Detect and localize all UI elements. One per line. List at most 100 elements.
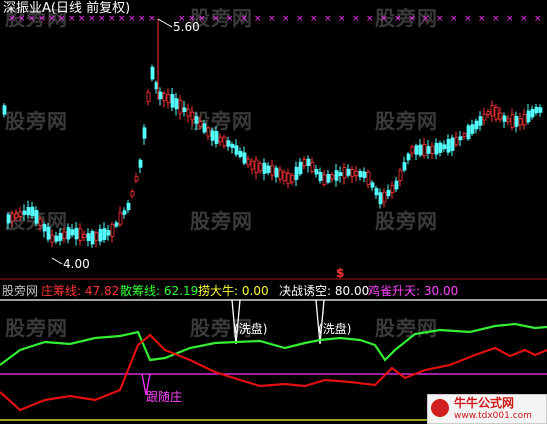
candle-body — [226, 140, 231, 147]
marker-x: × — [506, 14, 514, 24]
candle-body — [42, 224, 47, 232]
candle-body — [86, 233, 91, 241]
candle-body — [78, 228, 83, 241]
candle-body — [350, 169, 355, 177]
candle-body — [326, 173, 331, 183]
high-price-label: 5.60 — [173, 20, 200, 34]
candle-body — [418, 144, 423, 156]
candle-body — [410, 146, 415, 154]
candle-body — [334, 170, 339, 181]
candle-body — [302, 159, 307, 167]
candle-body — [146, 91, 151, 103]
candle-body — [362, 171, 367, 178]
wash-label-2: (洗盘) — [318, 322, 352, 336]
candle-body — [470, 124, 475, 134]
signal-mark: $ — [336, 266, 345, 280]
candle-body — [442, 144, 447, 150]
candle-body — [66, 227, 71, 240]
candle-body — [214, 131, 219, 144]
marker-x: × — [380, 14, 388, 24]
candle-body — [426, 146, 431, 154]
candle-body — [506, 118, 511, 123]
marker-x: × — [366, 14, 374, 24]
candle-body — [298, 161, 303, 175]
marker-x: × — [352, 14, 360, 24]
marker-x: × — [478, 14, 486, 24]
legend-laodaniu-value: 0.00 — [241, 284, 269, 298]
candle-body — [174, 98, 179, 110]
candle-body — [262, 162, 267, 174]
candle-body — [258, 163, 263, 172]
marker-x: × — [492, 14, 500, 24]
candle-body — [526, 110, 531, 123]
candle-body — [54, 235, 59, 242]
candle-body — [310, 162, 315, 173]
candle-body — [522, 113, 527, 126]
candle-body — [210, 130, 215, 141]
candle-body — [26, 207, 31, 216]
candle-body — [46, 226, 51, 240]
candle-body — [446, 138, 451, 153]
marker-x: × — [296, 14, 304, 24]
candle-body — [370, 182, 375, 188]
candle-body — [126, 202, 131, 211]
legend-san: 散筹线: 62.19 — [120, 284, 198, 298]
candle-body — [218, 136, 223, 143]
marker-x: × — [148, 14, 156, 24]
marker-x: × — [240, 14, 248, 24]
candle-body — [102, 228, 107, 240]
candle-body — [338, 172, 343, 177]
wash-label-1: (洗盘) — [234, 322, 268, 336]
candle-body — [94, 232, 99, 241]
legend-zhuang-value: 47.82 — [84, 284, 120, 298]
candle-body — [38, 218, 43, 226]
candle-body — [454, 137, 459, 146]
marker-x: × — [338, 14, 346, 24]
candle-body — [58, 232, 63, 241]
candle-body — [74, 227, 79, 240]
candle-body — [398, 170, 403, 182]
candle-body — [358, 170, 363, 178]
candle-body — [6, 214, 11, 224]
legend-san-value: 62.19 — [163, 284, 199, 298]
candle-body — [394, 180, 399, 190]
logo-url: www.tdx001.com — [454, 411, 532, 421]
candle-body — [18, 211, 23, 217]
candle-body — [534, 106, 539, 114]
legend-zhuang-label: 庄筹线: — [41, 284, 82, 298]
candle-body — [2, 105, 7, 115]
candle-body — [498, 112, 503, 120]
candle-body — [530, 109, 535, 118]
candle-body — [278, 169, 283, 180]
candle-body — [294, 166, 299, 180]
chart-canvas: × × × × × × × × × × × × × × × × × × × × × × × × × × × × × × × × × × × × × × × ×… — [0, 14, 547, 421]
candle-body — [250, 160, 255, 170]
candle-body — [478, 116, 483, 126]
candle-body — [374, 188, 379, 196]
candle-body — [70, 229, 75, 236]
candle-body — [194, 116, 199, 124]
candle-body — [162, 93, 167, 102]
low-pointer — [51, 257, 63, 265]
legend-san-label: 散筹线: — [120, 284, 161, 298]
candle-body — [90, 231, 95, 245]
legend-laodaniu: 捞大牛: 0.00 — [198, 284, 269, 298]
candle-body — [538, 107, 543, 113]
candle-body — [14, 213, 19, 219]
legend-juezhan-label: 决战诱空: — [279, 284, 332, 298]
candle-body — [438, 142, 443, 153]
stock-chart-window: { "header": { "title": "深振业A(日线 前复权)" },… — [0, 0, 547, 424]
candle-body — [150, 66, 155, 80]
bull-logo-icon — [431, 399, 449, 417]
candle-body — [406, 153, 411, 161]
marker-x: × — [408, 14, 416, 24]
candlestick-series — [2, 19, 543, 248]
marker-x: × — [534, 14, 542, 24]
candle-body — [22, 210, 27, 215]
candle-body — [270, 165, 275, 176]
candle-body — [414, 145, 419, 155]
candle-body — [254, 159, 259, 173]
candle-body — [34, 209, 39, 224]
candle-body — [178, 99, 183, 114]
candle-body — [234, 145, 239, 155]
